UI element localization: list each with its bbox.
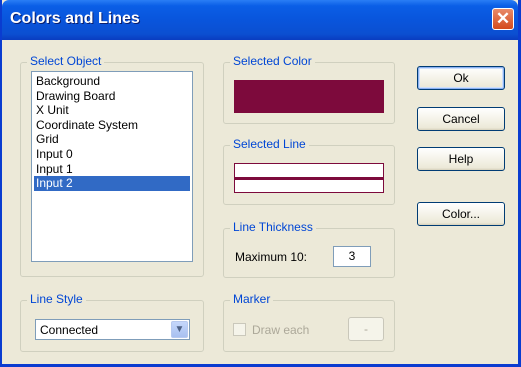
list-item[interactable]: Input 0 (34, 147, 190, 162)
dialog-title: Colors and Lines (10, 10, 140, 27)
help-button[interactable]: Help (417, 147, 505, 171)
list-item[interactable]: Input 1 (34, 162, 190, 177)
list-item[interactable]: X Unit (34, 103, 190, 118)
line-style-legend: Line Style (27, 292, 86, 306)
chevron-down-icon[interactable]: ▼ (171, 321, 188, 338)
marker-legend: Marker (230, 292, 274, 306)
selected-color-legend: Selected Color (230, 54, 315, 68)
marker-button[interactable]: - (348, 317, 384, 341)
ok-button[interactable]: Ok (417, 66, 505, 90)
close-icon: ✕ (495, 9, 511, 28)
select-object-legend: Select Object (27, 54, 105, 68)
selected-line-legend: Selected Line (230, 137, 309, 151)
line-style-dropdown[interactable]: Connected ▼ (35, 319, 190, 340)
list-item[interactable]: Grid (34, 132, 190, 147)
selected-line-preview (234, 163, 384, 193)
list-item[interactable]: Drawing Board (34, 89, 190, 104)
list-item[interactable]: Background (34, 74, 190, 89)
line-sample (235, 177, 383, 180)
selected-color-swatch (234, 80, 384, 113)
line-thickness-input[interactable]: 3 (333, 246, 371, 267)
color-button[interactable]: Color... (417, 202, 505, 226)
close-button[interactable]: ✕ (492, 8, 514, 30)
cancel-button[interactable]: Cancel (417, 107, 505, 131)
title-bar[interactable]: Colors and Lines ✕ (2, 0, 518, 40)
maximum-label: Maximum 10: (235, 250, 308, 264)
line-style-value: Connected (40, 323, 99, 337)
list-item-selected[interactable]: Input 2 (34, 176, 190, 191)
list-item[interactable]: Coordinate System (34, 118, 190, 133)
draw-each-checkbox[interactable] (233, 323, 246, 336)
object-listbox[interactable]: Background Drawing Board X Unit Coordina… (31, 71, 193, 262)
line-thickness-legend: Line Thickness (230, 220, 316, 234)
draw-each-label: Draw each (252, 323, 310, 337)
